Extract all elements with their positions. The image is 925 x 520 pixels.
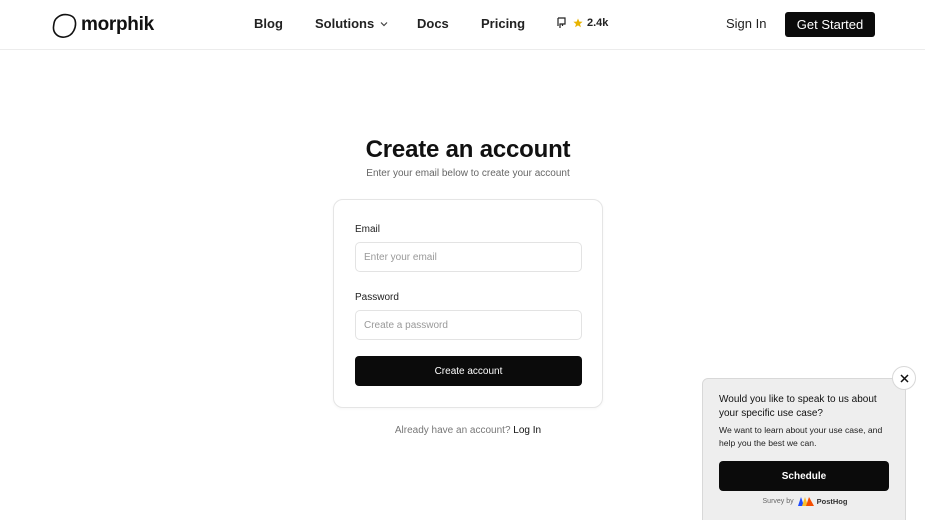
- survey-description: We want to learn about your use case, an…: [719, 425, 883, 448]
- password-label: Password: [355, 292, 399, 303]
- close-icon: [899, 373, 909, 383]
- logo-text: morphik: [81, 14, 154, 35]
- nav-solutions[interactable]: Solutions: [315, 16, 389, 31]
- login-link[interactable]: Log In: [513, 425, 541, 436]
- top-navbar: morphik Blog Solutions Docs Pricing 2.4k…: [0, 0, 925, 50]
- password-placeholder: Create a password: [364, 319, 448, 331]
- already-text: Already have an account?: [394, 425, 511, 436]
- github-stars-link[interactable]: 2.4k: [556, 17, 608, 29]
- github-icon: [557, 17, 566, 28]
- star-icon: [573, 18, 583, 28]
- survey-close-button[interactable]: [892, 366, 916, 390]
- survey-popup: Would you like to speak to us about your…: [702, 378, 906, 520]
- nav-docs[interactable]: Docs: [417, 16, 449, 31]
- nav-solutions-label: Solutions: [315, 16, 375, 31]
- page-subtitle: Enter your email below to create your ac…: [366, 168, 570, 179]
- email-label: Email: [355, 224, 381, 235]
- logo[interactable]: morphik: [52, 12, 154, 38]
- password-field[interactable]: Create a password: [355, 310, 582, 340]
- schedule-button[interactable]: Schedule: [719, 461, 889, 491]
- chevron-down-icon: [380, 21, 388, 26]
- survey-question: Would you like to speak to us about your…: [719, 394, 877, 419]
- github-stars-count: 2.4k: [587, 17, 609, 29]
- sign-in-link[interactable]: Sign In: [726, 16, 766, 31]
- survey-attribution[interactable]: Survey by PostHog: [703, 497, 907, 506]
- morphik-logo-icon: [52, 13, 77, 38]
- page-title: Create an account: [365, 136, 571, 163]
- signup-card: Email Enter your email Password Create a…: [333, 199, 603, 408]
- posthog-logo-icon: [797, 497, 814, 506]
- survey-by-text: Survey by: [762, 498, 794, 505]
- email-field[interactable]: Enter your email: [355, 242, 582, 272]
- email-placeholder: Enter your email: [364, 251, 437, 263]
- nav-pricing[interactable]: Pricing: [481, 16, 525, 31]
- posthog-brand: PostHog: [816, 497, 848, 506]
- get-started-button[interactable]: Get Started: [785, 12, 875, 37]
- create-account-button[interactable]: Create account: [355, 356, 582, 386]
- nav-blog[interactable]: Blog: [254, 16, 283, 31]
